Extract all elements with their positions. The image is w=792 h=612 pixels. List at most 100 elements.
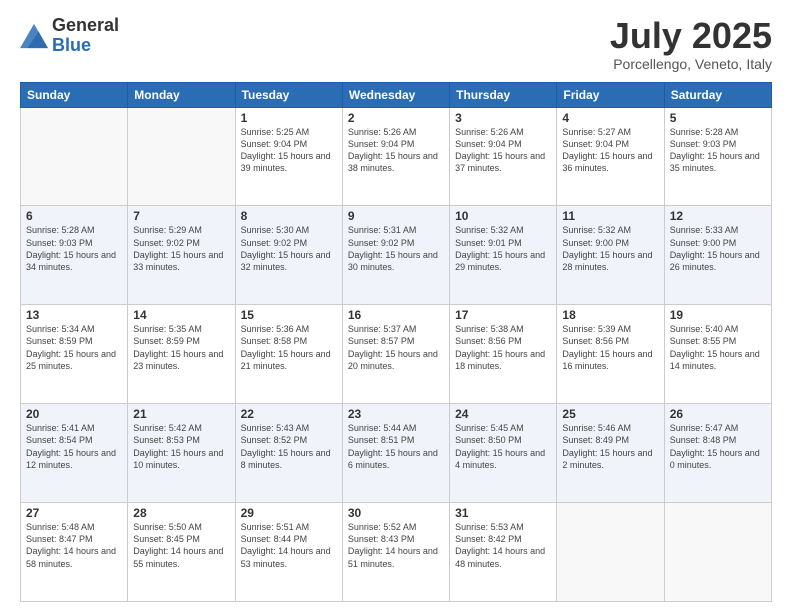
day-number: 9 bbox=[348, 209, 444, 223]
day-info: Sunrise: 5:41 AMSunset: 8:54 PMDaylight:… bbox=[26, 422, 122, 471]
day-info: Sunrise: 5:33 AMSunset: 9:00 PMDaylight:… bbox=[670, 224, 766, 273]
table-row: 21Sunrise: 5:42 AMSunset: 8:53 PMDayligh… bbox=[128, 404, 235, 503]
table-row: 25Sunrise: 5:46 AMSunset: 8:49 PMDayligh… bbox=[557, 404, 664, 503]
table-row: 30Sunrise: 5:52 AMSunset: 8:43 PMDayligh… bbox=[342, 503, 449, 602]
table-row: 23Sunrise: 5:44 AMSunset: 8:51 PMDayligh… bbox=[342, 404, 449, 503]
table-row: 4Sunrise: 5:27 AMSunset: 9:04 PMDaylight… bbox=[557, 107, 664, 206]
day-number: 21 bbox=[133, 407, 229, 421]
day-info: Sunrise: 5:53 AMSunset: 8:42 PMDaylight:… bbox=[455, 521, 551, 570]
day-number: 18 bbox=[562, 308, 658, 322]
table-row bbox=[664, 503, 771, 602]
logo-general: General bbox=[52, 16, 119, 36]
day-info: Sunrise: 5:46 AMSunset: 8:49 PMDaylight:… bbox=[562, 422, 658, 471]
day-number: 30 bbox=[348, 506, 444, 520]
title-block: July 2025 Porcellengo, Veneto, Italy bbox=[610, 16, 772, 72]
col-tuesday: Tuesday bbox=[235, 82, 342, 107]
day-info: Sunrise: 5:26 AMSunset: 9:04 PMDaylight:… bbox=[348, 126, 444, 175]
table-row: 28Sunrise: 5:50 AMSunset: 8:45 PMDayligh… bbox=[128, 503, 235, 602]
location-subtitle: Porcellengo, Veneto, Italy bbox=[610, 56, 772, 72]
day-number: 3 bbox=[455, 111, 551, 125]
day-number: 11 bbox=[562, 209, 658, 223]
day-number: 6 bbox=[26, 209, 122, 223]
day-number: 20 bbox=[26, 407, 122, 421]
table-row: 7Sunrise: 5:29 AMSunset: 9:02 PMDaylight… bbox=[128, 206, 235, 305]
day-number: 16 bbox=[348, 308, 444, 322]
table-row: 31Sunrise: 5:53 AMSunset: 8:42 PMDayligh… bbox=[450, 503, 557, 602]
day-info: Sunrise: 5:36 AMSunset: 8:58 PMDaylight:… bbox=[241, 323, 337, 372]
day-number: 23 bbox=[348, 407, 444, 421]
day-info: Sunrise: 5:44 AMSunset: 8:51 PMDaylight:… bbox=[348, 422, 444, 471]
day-info: Sunrise: 5:42 AMSunset: 8:53 PMDaylight:… bbox=[133, 422, 229, 471]
day-info: Sunrise: 5:43 AMSunset: 8:52 PMDaylight:… bbox=[241, 422, 337, 471]
table-row: 10Sunrise: 5:32 AMSunset: 9:01 PMDayligh… bbox=[450, 206, 557, 305]
table-row: 16Sunrise: 5:37 AMSunset: 8:57 PMDayligh… bbox=[342, 305, 449, 404]
col-monday: Monday bbox=[128, 82, 235, 107]
day-number: 17 bbox=[455, 308, 551, 322]
table-row: 14Sunrise: 5:35 AMSunset: 8:59 PMDayligh… bbox=[128, 305, 235, 404]
table-row: 22Sunrise: 5:43 AMSunset: 8:52 PMDayligh… bbox=[235, 404, 342, 503]
day-info: Sunrise: 5:47 AMSunset: 8:48 PMDaylight:… bbox=[670, 422, 766, 471]
table-row: 5Sunrise: 5:28 AMSunset: 9:03 PMDaylight… bbox=[664, 107, 771, 206]
day-info: Sunrise: 5:27 AMSunset: 9:04 PMDaylight:… bbox=[562, 126, 658, 175]
day-number: 8 bbox=[241, 209, 337, 223]
table-row: 12Sunrise: 5:33 AMSunset: 9:00 PMDayligh… bbox=[664, 206, 771, 305]
day-info: Sunrise: 5:37 AMSunset: 8:57 PMDaylight:… bbox=[348, 323, 444, 372]
day-number: 25 bbox=[562, 407, 658, 421]
table-row: 8Sunrise: 5:30 AMSunset: 9:02 PMDaylight… bbox=[235, 206, 342, 305]
month-title: July 2025 bbox=[610, 16, 772, 56]
day-number: 2 bbox=[348, 111, 444, 125]
col-thursday: Thursday bbox=[450, 82, 557, 107]
page: General Blue July 2025 Porcellengo, Vene… bbox=[0, 0, 792, 612]
table-row: 24Sunrise: 5:45 AMSunset: 8:50 PMDayligh… bbox=[450, 404, 557, 503]
table-row: 9Sunrise: 5:31 AMSunset: 9:02 PMDaylight… bbox=[342, 206, 449, 305]
day-info: Sunrise: 5:25 AMSunset: 9:04 PMDaylight:… bbox=[241, 126, 337, 175]
day-number: 13 bbox=[26, 308, 122, 322]
day-info: Sunrise: 5:28 AMSunset: 9:03 PMDaylight:… bbox=[670, 126, 766, 175]
day-info: Sunrise: 5:30 AMSunset: 9:02 PMDaylight:… bbox=[241, 224, 337, 273]
logo-icon bbox=[20, 22, 48, 50]
day-info: Sunrise: 5:26 AMSunset: 9:04 PMDaylight:… bbox=[455, 126, 551, 175]
table-row: 29Sunrise: 5:51 AMSunset: 8:44 PMDayligh… bbox=[235, 503, 342, 602]
day-info: Sunrise: 5:29 AMSunset: 9:02 PMDaylight:… bbox=[133, 224, 229, 273]
table-row: 15Sunrise: 5:36 AMSunset: 8:58 PMDayligh… bbox=[235, 305, 342, 404]
table-row bbox=[557, 503, 664, 602]
calendar-week-row: 27Sunrise: 5:48 AMSunset: 8:47 PMDayligh… bbox=[21, 503, 772, 602]
header: General Blue July 2025 Porcellengo, Vene… bbox=[20, 16, 772, 72]
table-row bbox=[128, 107, 235, 206]
day-info: Sunrise: 5:50 AMSunset: 8:45 PMDaylight:… bbox=[133, 521, 229, 570]
table-row: 1Sunrise: 5:25 AMSunset: 9:04 PMDaylight… bbox=[235, 107, 342, 206]
calendar-header-row: Sunday Monday Tuesday Wednesday Thursday… bbox=[21, 82, 772, 107]
logo: General Blue bbox=[20, 16, 119, 56]
day-number: 29 bbox=[241, 506, 337, 520]
day-info: Sunrise: 5:45 AMSunset: 8:50 PMDaylight:… bbox=[455, 422, 551, 471]
day-number: 26 bbox=[670, 407, 766, 421]
day-info: Sunrise: 5:32 AMSunset: 9:01 PMDaylight:… bbox=[455, 224, 551, 273]
day-info: Sunrise: 5:31 AMSunset: 9:02 PMDaylight:… bbox=[348, 224, 444, 273]
day-number: 19 bbox=[670, 308, 766, 322]
day-number: 22 bbox=[241, 407, 337, 421]
table-row: 13Sunrise: 5:34 AMSunset: 8:59 PMDayligh… bbox=[21, 305, 128, 404]
day-info: Sunrise: 5:34 AMSunset: 8:59 PMDaylight:… bbox=[26, 323, 122, 372]
day-info: Sunrise: 5:51 AMSunset: 8:44 PMDaylight:… bbox=[241, 521, 337, 570]
table-row: 2Sunrise: 5:26 AMSunset: 9:04 PMDaylight… bbox=[342, 107, 449, 206]
table-row bbox=[21, 107, 128, 206]
day-info: Sunrise: 5:35 AMSunset: 8:59 PMDaylight:… bbox=[133, 323, 229, 372]
calendar-week-row: 13Sunrise: 5:34 AMSunset: 8:59 PMDayligh… bbox=[21, 305, 772, 404]
calendar-week-row: 6Sunrise: 5:28 AMSunset: 9:03 PMDaylight… bbox=[21, 206, 772, 305]
day-info: Sunrise: 5:39 AMSunset: 8:56 PMDaylight:… bbox=[562, 323, 658, 372]
day-info: Sunrise: 5:40 AMSunset: 8:55 PMDaylight:… bbox=[670, 323, 766, 372]
calendar-week-row: 1Sunrise: 5:25 AMSunset: 9:04 PMDaylight… bbox=[21, 107, 772, 206]
table-row: 27Sunrise: 5:48 AMSunset: 8:47 PMDayligh… bbox=[21, 503, 128, 602]
day-number: 28 bbox=[133, 506, 229, 520]
day-number: 5 bbox=[670, 111, 766, 125]
table-row: 19Sunrise: 5:40 AMSunset: 8:55 PMDayligh… bbox=[664, 305, 771, 404]
day-number: 24 bbox=[455, 407, 551, 421]
day-number: 7 bbox=[133, 209, 229, 223]
day-number: 14 bbox=[133, 308, 229, 322]
col-saturday: Saturday bbox=[664, 82, 771, 107]
table-row: 11Sunrise: 5:32 AMSunset: 9:00 PMDayligh… bbox=[557, 206, 664, 305]
day-info: Sunrise: 5:48 AMSunset: 8:47 PMDaylight:… bbox=[26, 521, 122, 570]
table-row: 17Sunrise: 5:38 AMSunset: 8:56 PMDayligh… bbox=[450, 305, 557, 404]
col-sunday: Sunday bbox=[21, 82, 128, 107]
day-info: Sunrise: 5:28 AMSunset: 9:03 PMDaylight:… bbox=[26, 224, 122, 273]
